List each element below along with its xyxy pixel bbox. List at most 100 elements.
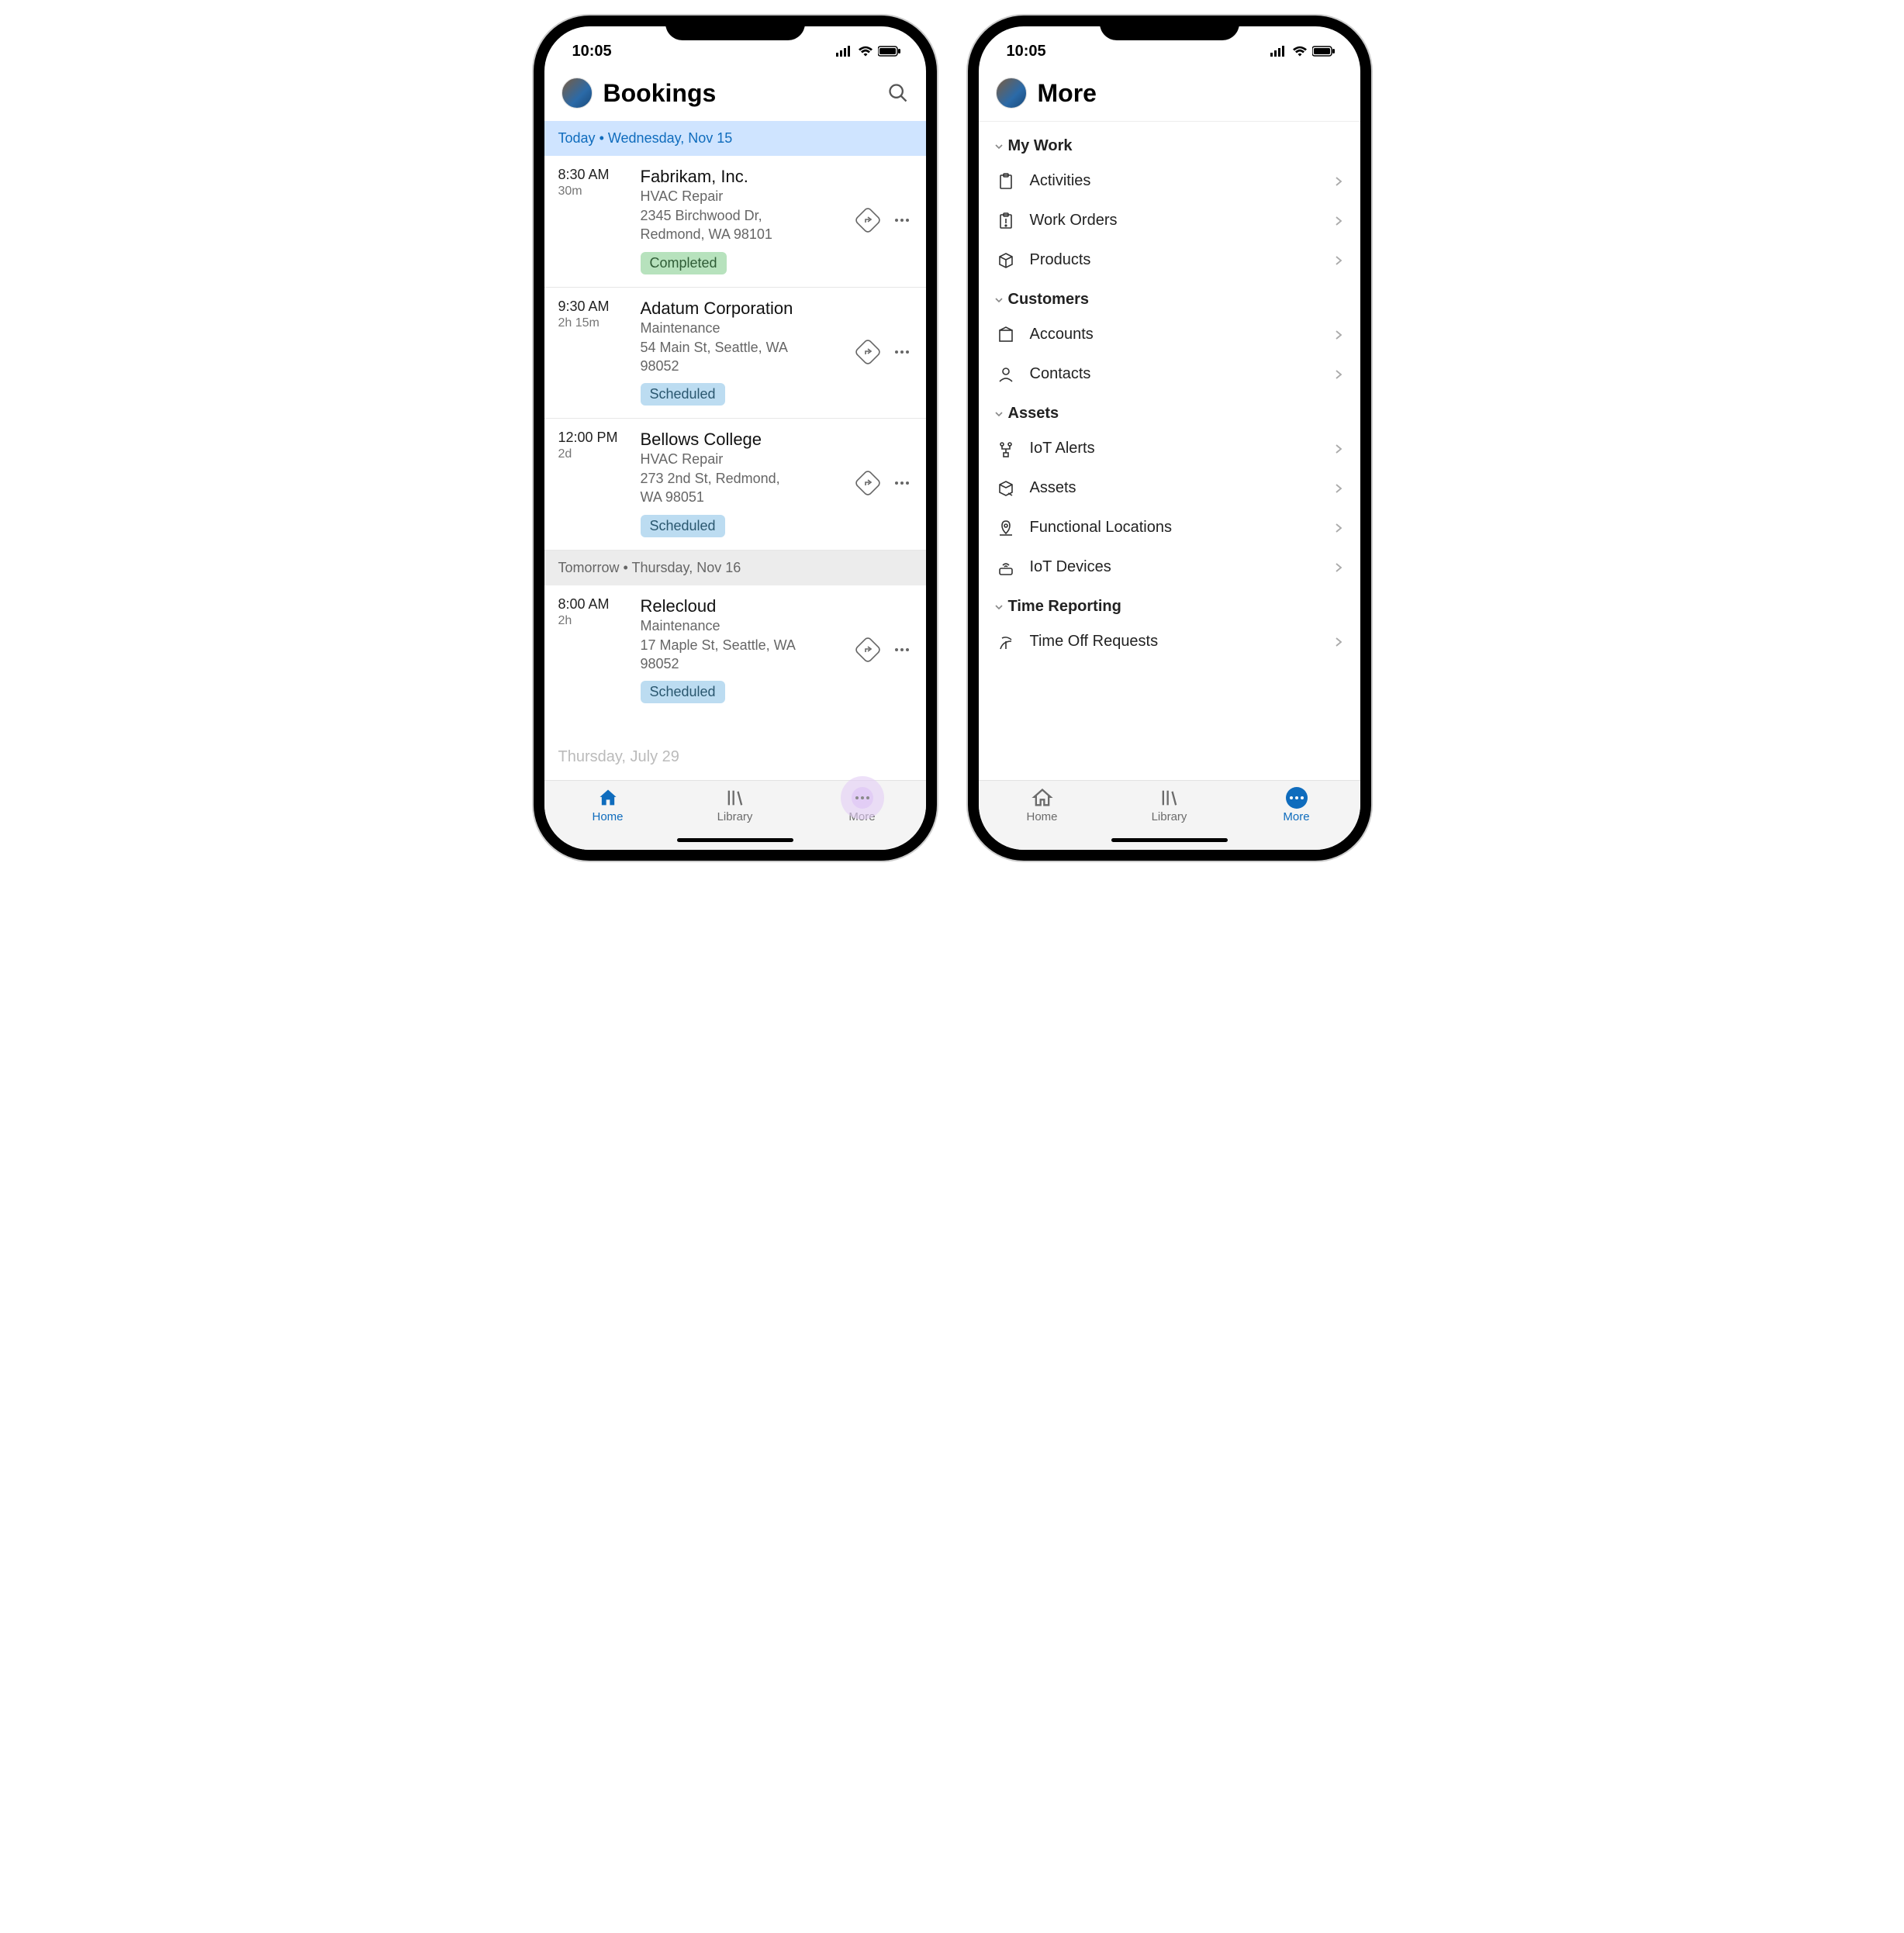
avatar[interactable]	[562, 78, 593, 109]
more-icon[interactable]	[892, 342, 912, 362]
status-badge: Scheduled	[641, 383, 725, 406]
home-icon	[1031, 787, 1053, 809]
box-icon	[996, 252, 1016, 269]
directions-icon[interactable]	[855, 470, 881, 496]
home-indicator	[677, 838, 793, 842]
menu-label: Time Off Requests	[1030, 633, 1320, 651]
chevron-right-icon	[1334, 330, 1343, 340]
booking-type: Maintenance	[641, 320, 847, 337]
status-time: 10:05	[1007, 43, 1046, 60]
booking-address: 2345 Birchwood Dr, Redmond, WA 98101	[641, 206, 847, 244]
section-title: Assets	[1008, 405, 1059, 423]
account-icon	[996, 326, 1016, 343]
booking-duration: 2d	[558, 447, 633, 461]
booking-customer: Relecloud	[641, 596, 847, 616]
battery-icon	[878, 46, 901, 57]
library-icon	[1159, 787, 1180, 809]
menu-item-work-orders[interactable]: Work Orders	[979, 201, 1360, 240]
tab-label: Library	[1152, 810, 1187, 823]
tab-more[interactable]: More	[1262, 787, 1332, 823]
booking-row[interactable]: 8:30 AM 30m Fabrikam, Inc. HVAC Repair 2…	[544, 156, 926, 288]
search-icon[interactable]	[887, 82, 909, 104]
booking-type: HVAC Repair	[641, 188, 847, 205]
menu-label: Products	[1030, 251, 1320, 269]
signal-icon	[1270, 46, 1287, 57]
person-icon	[996, 366, 1016, 383]
battery-icon	[1312, 46, 1336, 57]
menu-label: Activities	[1030, 172, 1320, 190]
booking-type: Maintenance	[641, 618, 847, 634]
tab-label: More	[848, 810, 875, 823]
tab-more[interactable]: More	[828, 787, 897, 823]
avatar[interactable]	[996, 78, 1027, 109]
more-icon[interactable]	[892, 210, 912, 230]
directions-icon[interactable]	[855, 637, 881, 663]
menu-item-iot-devices[interactable]: IoT Devices	[979, 547, 1360, 587]
section-header-customers[interactable]: Customers	[979, 280, 1360, 315]
booking-row[interactable]: 9:30 AM 2h 15m Adatum Corporation Mainte…	[544, 288, 926, 419]
asset-box-icon	[996, 480, 1016, 497]
location-pin-icon	[996, 519, 1016, 537]
menu-item-assets[interactable]: Assets	[979, 468, 1360, 508]
library-icon	[724, 787, 746, 809]
home-indicator	[1111, 838, 1228, 842]
more-icon[interactable]	[892, 640, 912, 660]
tab-library[interactable]: Library	[1135, 787, 1204, 823]
tab-home[interactable]: Home	[1007, 787, 1077, 823]
bookings-scroll[interactable]: Today • Wednesday, Nov 15 8:30 AM 30m Fa…	[544, 121, 926, 780]
home-icon	[597, 787, 619, 809]
booking-address: 54 Main St, Seattle, WA 98052	[641, 338, 847, 376]
menu-item-functional-locations[interactable]: Functional Locations	[979, 508, 1360, 547]
menu-item-products[interactable]: Products	[979, 240, 1360, 280]
menu-item-iot-alerts[interactable]: IoT Alerts	[979, 429, 1360, 468]
chevron-right-icon	[1334, 176, 1343, 187]
booking-customer: Adatum Corporation	[641, 299, 847, 319]
chevron-right-icon	[1334, 562, 1343, 573]
directions-icon[interactable]	[855, 339, 881, 365]
booking-duration: 30m	[558, 185, 633, 198]
booking-row[interactable]: 12:00 PM 2d Bellows College HVAC Repair …	[544, 419, 926, 551]
tab-home[interactable]: Home	[573, 787, 643, 823]
chevron-right-icon	[1334, 637, 1343, 647]
menu-item-time-off[interactable]: Time Off Requests	[979, 622, 1360, 661]
chevron-right-icon	[1334, 523, 1343, 533]
section-title: Time Reporting	[1008, 598, 1121, 616]
status-time: 10:05	[572, 43, 612, 60]
section-header-assets[interactable]: Assets	[979, 394, 1360, 429]
more-scroll[interactable]: My Work Activities Work Orders Products …	[979, 121, 1360, 780]
phone-more: 10:05 More My Work Activities	[968, 16, 1371, 861]
booking-duration: 2h	[558, 614, 633, 628]
booking-address: 273 2nd St, Redmond, WA 98051	[641, 469, 847, 507]
status-badge: Scheduled	[641, 515, 725, 537]
chevron-right-icon	[1334, 483, 1343, 494]
menu-item-accounts[interactable]: Accounts	[979, 315, 1360, 354]
tab-label: Home	[1026, 810, 1057, 823]
date-value: Wednesday, Nov 15	[608, 130, 732, 146]
phone-bookings: 10:05 Bookings Today • Wednesday, Nov 15	[534, 16, 937, 861]
notch	[665, 16, 805, 40]
tab-label: More	[1283, 810, 1309, 823]
menu-label: Contacts	[1030, 365, 1320, 383]
wifi-icon	[1292, 46, 1308, 57]
tab-library[interactable]: Library	[700, 787, 770, 823]
app-header: More	[979, 68, 1360, 121]
menu-item-activities[interactable]: Activities	[979, 161, 1360, 201]
section-header-my-work[interactable]: My Work	[979, 126, 1360, 161]
chevron-down-icon	[994, 409, 1004, 419]
menu-item-contacts[interactable]: Contacts	[979, 354, 1360, 394]
tab-bar: Home Library More	[979, 780, 1360, 850]
clipboard-icon	[996, 173, 1016, 190]
booking-duration: 2h 15m	[558, 316, 633, 330]
booking-start: 8:00 AM	[558, 596, 633, 613]
chevron-down-icon	[994, 142, 1004, 151]
status-badge: Scheduled	[641, 681, 725, 703]
menu-label: Work Orders	[1030, 212, 1320, 230]
directions-icon[interactable]	[855, 207, 881, 233]
tab-bar: Home Library More	[544, 780, 926, 850]
section-header-time-reporting[interactable]: Time Reporting	[979, 587, 1360, 622]
notch	[1100, 16, 1239, 40]
menu-label: Functional Locations	[1030, 519, 1320, 537]
more-icon[interactable]	[892, 473, 912, 493]
date-value: Thursday, Nov 16	[632, 560, 741, 575]
booking-row[interactable]: 8:00 AM 2h Relecloud Maintenance 17 Mapl…	[544, 585, 926, 716]
